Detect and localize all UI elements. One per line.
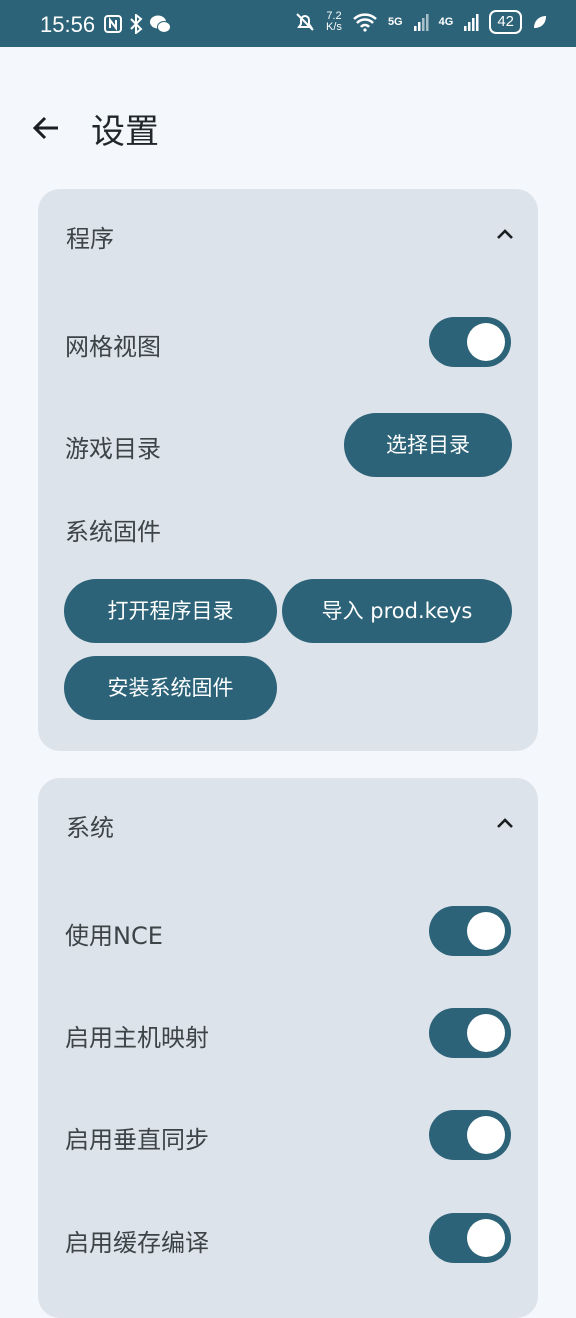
open-program-dir-button[interactable]: 打开程序目录 (64, 579, 277, 643)
net-5g-label: 5G (387, 16, 403, 28)
vsync-label: 启用垂直同步 (65, 1126, 209, 1154)
grid-view-toggle[interactable] (429, 317, 511, 367)
host-mapping-label: 启用主机映射 (65, 1024, 209, 1052)
mute-bell-icon (296, 13, 314, 31)
section-program-header[interactable]: 程序 (38, 189, 538, 277)
wifi-icon (353, 13, 377, 32)
import-prod-keys-button[interactable]: 导入 prod.keys (282, 579, 512, 643)
battery-indicator: 42 (489, 10, 522, 34)
install-firmware-button[interactable]: 安装系统固件 (64, 656, 277, 720)
grid-view-label: 网格视图 (65, 333, 161, 361)
net-speed: 7.2 K/s (326, 11, 342, 33)
cache-compile-toggle[interactable] (429, 1213, 511, 1263)
signal-4g-icon (464, 14, 479, 31)
toggle-knob (467, 1014, 505, 1052)
section-system-header[interactable]: 系统 (38, 778, 538, 866)
chevron-up-icon (497, 229, 513, 239)
wechat-icon (150, 15, 171, 33)
use-nce-label: 使用NCE (65, 922, 163, 950)
firmware-label: 系统固件 (65, 518, 161, 546)
select-dir-button[interactable]: 选择目录 (344, 413, 512, 477)
game-dir-label: 游戏目录 (65, 435, 161, 463)
use-nce-toggle[interactable] (429, 906, 511, 956)
chevron-up-icon (497, 818, 513, 828)
toggle-knob (467, 1219, 505, 1257)
section-program-card: 程序 网格视图 游戏目录 选择目录 系统固件 打开程序目录 导入 prod.ke… (38, 189, 538, 751)
toggle-knob (467, 323, 505, 361)
nfc-icon (104, 15, 122, 33)
back-arrow-icon[interactable] (28, 110, 64, 146)
page-title: 设置 (91, 112, 159, 152)
status-bar: 15:56 7.2 K/s 5G 4G 42 (0, 0, 576, 47)
section-program-title: 程序 (66, 225, 114, 253)
section-system-card: 系统 使用NCE 启用主机映射 启用垂直同步 启用缓存编译 (38, 778, 538, 1318)
vsync-toggle[interactable] (429, 1110, 511, 1160)
signal-5g-icon (413, 14, 429, 31)
net-4g-label: 4G (438, 16, 454, 28)
bluetooth-icon (130, 14, 143, 34)
app-bar: 设置 (0, 47, 576, 197)
status-time: 15:56 (40, 12, 96, 37)
toggle-knob (467, 912, 505, 950)
toggle-knob (467, 1116, 505, 1154)
section-system-title: 系统 (66, 814, 114, 842)
net-speed-unit: K/s (326, 21, 342, 33)
cache-compile-label: 启用缓存编译 (65, 1229, 209, 1257)
leaf-icon (534, 16, 546, 28)
host-mapping-toggle[interactable] (429, 1008, 511, 1058)
